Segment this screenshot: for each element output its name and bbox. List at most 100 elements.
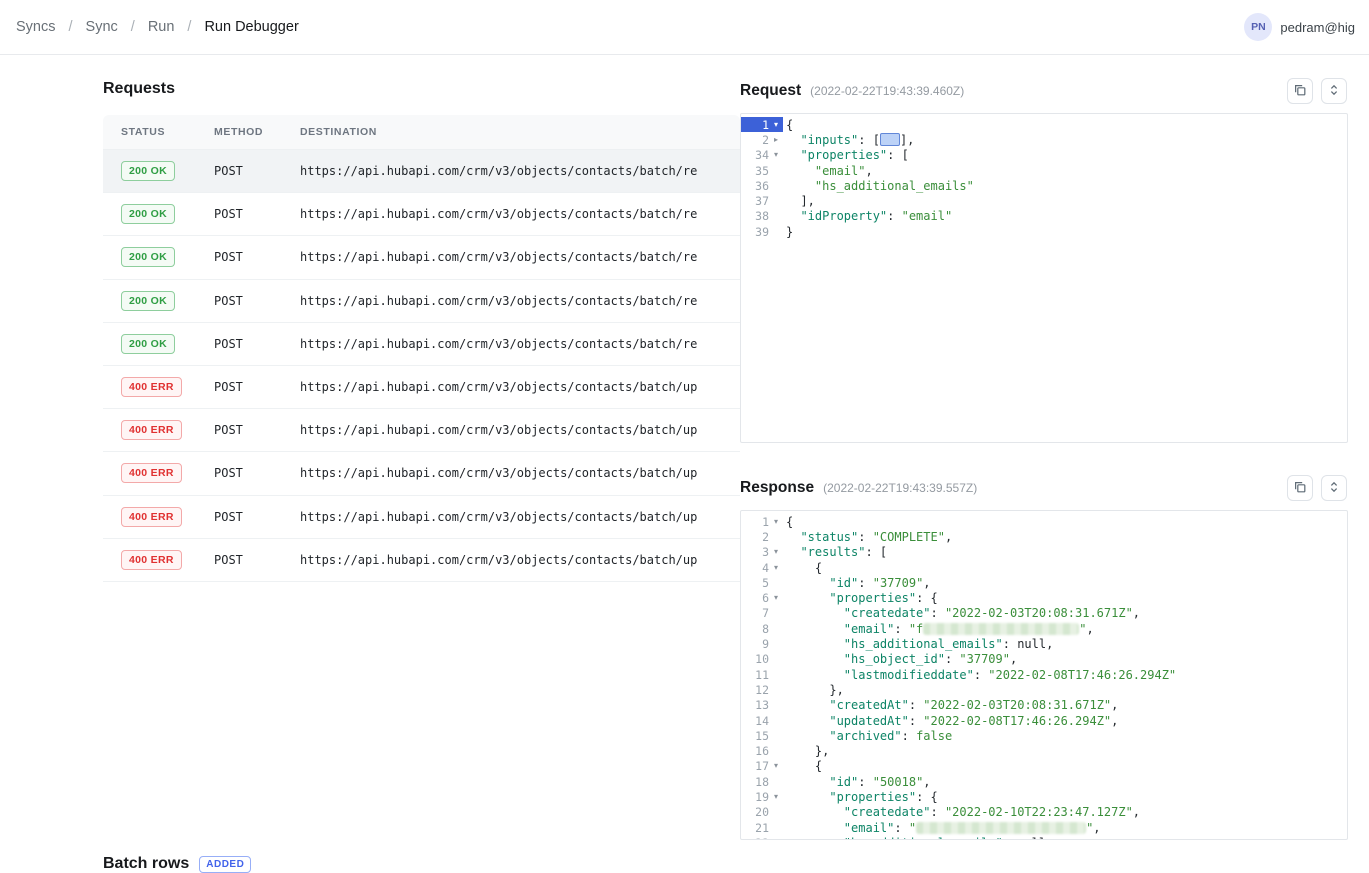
request-row[interactable]: 400 ERRPOSThttps://api.hubapi.com/crm/v3… <box>103 366 740 409</box>
token: "2022-02-03T20:08:31.671Z" <box>945 606 1133 620</box>
token: , <box>1111 714 1118 728</box>
breadcrumb-item[interactable]: Run <box>148 19 175 35</box>
user-menu[interactable]: PN pedram@hig <box>1244 13 1355 41</box>
token: { <box>786 515 793 529</box>
request-row[interactable]: 200 OKPOSThttps://api.hubapi.com/crm/v3/… <box>103 150 740 193</box>
token: { <box>786 118 793 132</box>
fold-open-icon[interactable]: ▾ <box>769 564 783 572</box>
fold-open-icon[interactable]: ▾ <box>769 121 783 129</box>
code-line: 36 "hs_additional_emails" <box>741 178 1347 193</box>
line-gutter: 2 <box>741 529 783 544</box>
status-cell: 400 ERR <box>103 550 214 570</box>
line-gutter: 38 <box>741 209 783 224</box>
line-gutter: 9 <box>741 636 783 651</box>
status-cell: 400 ERR <box>103 420 214 440</box>
request-row[interactable]: 400 ERRPOSThttps://api.hubapi.com/crm/v3… <box>103 496 740 539</box>
fold-open-icon[interactable]: ▾ <box>769 548 783 556</box>
status-cell: 400 ERR <box>103 463 214 483</box>
token: : <box>887 209 901 223</box>
status-badge: 400 ERR <box>121 463 182 483</box>
request-panel-title: Request <box>740 82 801 100</box>
fold-open-icon[interactable]: ▾ <box>769 594 783 602</box>
method-cell: POST <box>214 207 300 221</box>
request-row[interactable]: 400 ERRPOSThttps://api.hubapi.com/crm/v3… <box>103 452 740 495</box>
request-copy-button[interactable] <box>1287 78 1313 104</box>
request-editor[interactable]: 1▾{2▸ "inputs": [],34▾ "properties": [35… <box>740 113 1348 443</box>
token: "lastmodifieddate" <box>844 668 974 682</box>
breadcrumb-item: Run Debugger <box>204 19 298 35</box>
line-number: 20 <box>745 805 769 819</box>
token: , <box>865 164 872 178</box>
line-gutter: 21 <box>741 820 783 835</box>
breadcrumb-item[interactable]: Syncs <box>16 19 56 35</box>
token: , <box>1133 805 1140 819</box>
line-gutter: 34▾ <box>741 148 783 163</box>
token: "createdAt" <box>829 698 908 712</box>
token: "email" <box>844 622 895 636</box>
request-row[interactable]: 200 OKPOSThttps://api.hubapi.com/crm/v3/… <box>103 323 740 366</box>
line-number: 37 <box>745 194 769 208</box>
code-text: "email": "", <box>783 821 1101 835</box>
breadcrumb-separator: / <box>131 19 135 35</box>
token: "results" <box>800 545 865 559</box>
token: : [ <box>865 545 887 559</box>
code-line: 5 "id": "37709", <box>741 575 1347 590</box>
fold-open-icon[interactable]: ▾ <box>769 762 783 770</box>
code-line: 21 "email": "", <box>741 820 1347 835</box>
line-gutter: 20 <box>741 805 783 820</box>
token: : { <box>916 591 938 605</box>
token: "createdate" <box>844 606 931 620</box>
token <box>786 530 800 544</box>
request-actions <box>1287 78 1347 104</box>
token: : <box>1003 836 1017 840</box>
line-gutter: 17▾ <box>741 759 783 774</box>
token <box>786 836 844 840</box>
requests-title: Requests <box>103 80 175 98</box>
request-row[interactable]: 200 OKPOSThttps://api.hubapi.com/crm/v3/… <box>103 280 740 323</box>
token <box>786 652 844 666</box>
line-gutter: 16 <box>741 743 783 758</box>
code-text: "properties": [ <box>783 148 909 162</box>
code-line: 35 "email", <box>741 163 1347 178</box>
breadcrumb-item[interactable]: Sync <box>86 19 118 35</box>
fold-closed-icon[interactable]: ▸ <box>769 136 783 144</box>
line-gutter: 11 <box>741 667 783 682</box>
status-cell: 200 OK <box>103 334 214 354</box>
status-cell: 200 OK <box>103 247 214 267</box>
status-cell: 200 OK <box>103 204 214 224</box>
fold-open-icon[interactable]: ▾ <box>769 793 783 801</box>
token: : <box>858 775 872 789</box>
response-panel-header: Response (2022-02-22T19:43:39.557Z) <box>740 479 977 497</box>
line-gutter: 8 <box>741 621 783 636</box>
request-row[interactable]: 200 OKPOSThttps://api.hubapi.com/crm/v3/… <box>103 236 740 279</box>
destination-cell: https://api.hubapi.com/crm/v3/objects/co… <box>300 553 740 567</box>
code-text: { <box>783 118 793 132</box>
fold-open-icon[interactable]: ▾ <box>769 151 783 159</box>
avatar-initials: PN <box>1251 21 1266 33</box>
line-number: 11 <box>745 668 769 682</box>
code-text: "lastmodifieddate": "2022-02-08T17:46:26… <box>783 668 1176 682</box>
copy-icon <box>1293 480 1307 497</box>
status-badge: 400 ERR <box>121 420 182 440</box>
response-expand-button[interactable] <box>1321 475 1347 501</box>
response-editor[interactable]: 1▾{2 "status": "COMPLETE",3▾ "results": … <box>740 510 1348 840</box>
request-row[interactable]: 400 ERRPOSThttps://api.hubapi.com/crm/v3… <box>103 409 740 452</box>
code-line: 17▾ { <box>741 759 1347 774</box>
token: , <box>923 775 930 789</box>
response-copy-button[interactable] <box>1287 475 1313 501</box>
line-number: 38 <box>745 209 769 223</box>
fold-open-icon[interactable]: ▾ <box>769 518 783 526</box>
code-text: { <box>783 759 822 773</box>
collapsed-selection <box>880 133 900 146</box>
line-gutter: 14 <box>741 713 783 728</box>
user-email: pedram@hig <box>1280 20 1355 35</box>
line-number: 13 <box>745 698 769 712</box>
request-row[interactable]: 200 OKPOSThttps://api.hubapi.com/crm/v3/… <box>103 193 740 236</box>
line-number: 34 <box>745 148 769 162</box>
line-gutter: 18 <box>741 774 783 789</box>
destination-cell: https://api.hubapi.com/crm/v3/objects/co… <box>300 510 740 524</box>
request-expand-button[interactable] <box>1321 78 1347 104</box>
request-row[interactable]: 400 ERRPOSThttps://api.hubapi.com/crm/v3… <box>103 539 740 582</box>
line-gutter: 35 <box>741 163 783 178</box>
avatar[interactable]: PN <box>1244 13 1272 41</box>
